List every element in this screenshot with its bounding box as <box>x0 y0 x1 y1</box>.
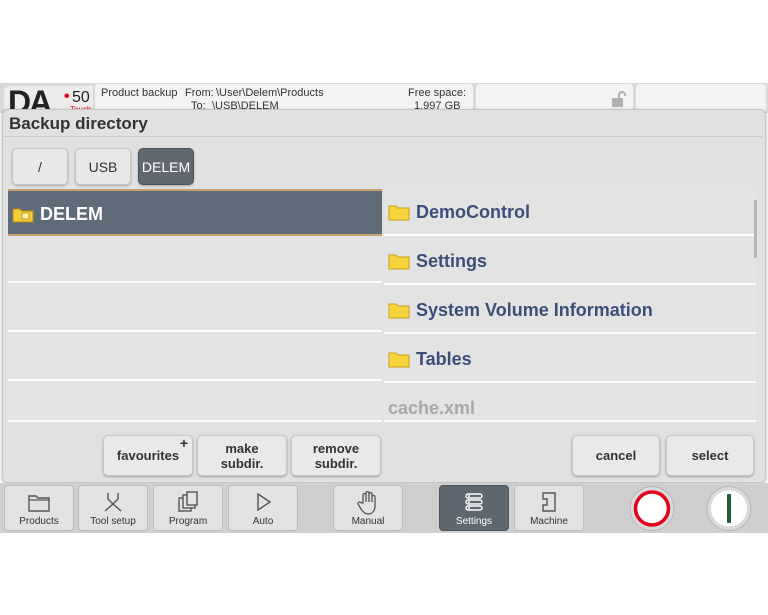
settings-list-icon <box>465 493 483 511</box>
tab-settings[interactable]: Settings <box>439 485 509 531</box>
scrollbar[interactable] <box>754 200 757 258</box>
tab-manual[interactable]: Manual <box>333 485 403 531</box>
start-button[interactable] <box>702 485 756 532</box>
folder-icon <box>388 303 410 319</box>
list-item[interactable] <box>8 334 382 381</box>
list-item[interactable]: DemoControl <box>384 189 756 236</box>
products-icon <box>28 495 50 512</box>
list-item[interactable]: DELEM <box>8 189 382 236</box>
folder-icon <box>388 205 410 221</box>
remove-subdir-label-1: remove <box>312 440 360 456</box>
list-item[interactable]: cache.xml <box>384 385 756 422</box>
path-button-usb[interactable]: USB <box>75 148 131 185</box>
list-item[interactable]: System Volume Information <box>384 287 756 334</box>
list-item-label: System Volume Information <box>416 300 653 320</box>
list-item-label: DELEM <box>40 204 103 224</box>
select-button[interactable]: select <box>666 435 754 476</box>
from-path: \User\Delem\Products <box>216 87 324 99</box>
tab-program[interactable]: Program <box>153 485 223 531</box>
tab-auto[interactable]: Auto <box>228 485 298 531</box>
directory-content-list: DemoControl Settings System Volume Infor… <box>384 189 756 422</box>
list-item[interactable] <box>8 236 382 283</box>
path-button-root[interactable]: / <box>12 148 68 185</box>
list-item-label: DemoControl <box>416 202 530 222</box>
tab-machine[interactable]: Machine <box>514 485 584 531</box>
tab-label: Settings <box>455 516 493 527</box>
list-item[interactable] <box>8 383 382 422</box>
file-item-label: cache.xml <box>388 398 476 418</box>
list-item[interactable] <box>8 285 382 332</box>
stop-button[interactable] <box>626 485 678 532</box>
unlock-icon <box>612 91 626 107</box>
machine-icon <box>542 492 556 512</box>
favourites-button[interactable]: favourites + <box>103 435 193 476</box>
free-space-label: Free space: <box>408 87 467 99</box>
tab-label: Manual <box>351 516 385 527</box>
tab-label: Auto <box>252 516 274 527</box>
tab-label: Tool setup <box>90 516 136 527</box>
make-subdir-label-1: make <box>225 440 259 456</box>
list-item[interactable]: Tables <box>384 336 756 383</box>
folder-icon <box>388 254 410 270</box>
dialog-title: Backup directory <box>9 114 148 133</box>
tab-tool-setup[interactable]: Tool setup <box>78 485 148 531</box>
path-button-delem[interactable]: DELEM <box>138 148 194 185</box>
list-item-label: Tables <box>416 349 472 369</box>
make-subdir-label-2: subdir. <box>220 455 264 471</box>
remove-subdir-label-2: subdir. <box>314 455 358 471</box>
directory-tree-list: DELEM <box>8 189 382 422</box>
tab-products[interactable]: Products <box>4 485 74 531</box>
stop-icon <box>629 486 675 531</box>
mode-label: Product backup <box>101 87 178 99</box>
tab-label: Products <box>19 516 59 527</box>
program-icon <box>178 491 198 512</box>
make-subdir-button[interactable]: make subdir. <box>197 435 287 476</box>
cancel-button[interactable]: cancel <box>572 435 660 476</box>
tab-label: Machine <box>530 516 568 527</box>
favourites-label: favourites <box>116 448 180 463</box>
hand-icon <box>357 491 376 515</box>
play-icon <box>257 492 272 512</box>
divider <box>4 136 762 137</box>
tab-label: Program <box>168 516 208 527</box>
folder-icon <box>388 352 410 368</box>
remove-subdir-button[interactable]: remove subdir. <box>291 435 381 476</box>
logo-dot: • <box>64 88 70 105</box>
start-icon <box>706 486 752 531</box>
list-item-label: Settings <box>416 251 488 271</box>
list-item[interactable]: Settings <box>384 238 756 285</box>
from-label: From: <box>185 87 214 99</box>
open-folder-icon <box>12 208 34 223</box>
plus-icon: + <box>179 435 188 451</box>
tool-setup-icon <box>104 493 122 512</box>
